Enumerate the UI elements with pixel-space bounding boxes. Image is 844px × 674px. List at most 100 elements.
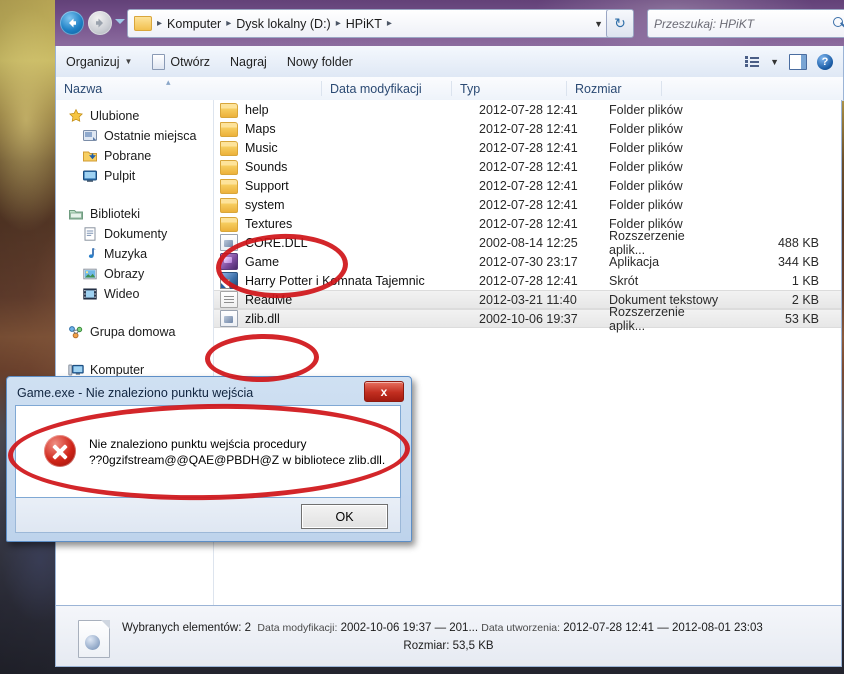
refresh-button[interactable]: ↻ [606, 9, 634, 38]
recent-places-icon [82, 128, 98, 144]
organize-button[interactable]: Organizuj ▼ [56, 46, 142, 77]
status-selected-label: Wybranych elementów: [122, 622, 242, 634]
folder-icon [220, 140, 238, 156]
table-row[interactable]: Sounds 2012-07-28 12:41 Folder plików [214, 157, 841, 176]
column-header-name[interactable]: Nazwa ▴ [56, 77, 321, 96]
file-type-cell: Folder plików [609, 121, 683, 136]
file-name-cell[interactable]: Harry Potter i Komnata Tajemnic [214, 272, 479, 289]
sidebar-item-label: Muzyka [104, 247, 148, 261]
open-label: Otwórz [170, 54, 211, 69]
status-size-value: 53,5 KB [452, 640, 494, 652]
sidebar-item-label: Biblioteki [90, 207, 141, 221]
file-name-cell[interactable]: zlib.dll [214, 310, 479, 327]
breadcrumb-item-hpikt[interactable]: HPiKT [343, 15, 385, 33]
breadcrumb[interactable]: ▸ Komputer ▸ Dysk lokalny (D:) ▸ HPiKT ▸… [127, 9, 612, 38]
sidebar-item-obrazy[interactable]: Obrazy [56, 264, 213, 284]
command-bar: Organizuj ▼ Otwórz Nagraj Nowy folder ▼ … [55, 46, 844, 78]
file-date-cell: 2012-07-28 12:41 [479, 216, 578, 231]
chevron-down-icon: ▼ [124, 57, 133, 66]
sidebar-item-label: Komputer [90, 363, 145, 377]
sidebar-item-dokumenty[interactable]: Dokumenty [56, 224, 213, 244]
file-name-cell[interactable]: Sounds [214, 159, 479, 175]
table-row[interactable]: Textures 2012-07-28 12:41 Folder plików [214, 214, 841, 233]
open-file-icon [152, 53, 166, 70]
file-name-cell[interactable]: Music [214, 140, 479, 156]
table-row[interactable]: zlib.dll 2002-10-06 19:37 Rozszerzenie a… [214, 305, 841, 333]
file-name-cell[interactable]: Textures [214, 216, 479, 232]
table-row[interactable]: help 2012-07-28 12:41 Folder plików [214, 100, 841, 119]
libraries-icon [68, 206, 84, 222]
table-row[interactable]: Harry Potter i Komnata Tajemnic 2012-07-… [214, 271, 841, 290]
sidebar-item-muzyka[interactable]: Muzyka [56, 244, 213, 264]
file-type-cell: Folder plików [609, 102, 683, 117]
sort-ascending-icon: ▴ [166, 77, 171, 87]
sidebar-item-ostatnie-miejsca[interactable]: Ostatnie miejsca [56, 126, 213, 146]
file-name-cell[interactable]: system [214, 197, 479, 213]
sidebar-item-grupa-domowa[interactable]: Grupa domowa [56, 322, 213, 342]
column-header-type[interactable]: Typ [451, 81, 566, 96]
file-name-cell[interactable]: Game [214, 253, 479, 270]
dialog-message-line-1: Nie znaleziono punktu wejścia procedury [89, 437, 307, 451]
burn-button[interactable]: Nagraj [220, 46, 277, 77]
column-header-type-label: Typ [460, 81, 481, 96]
table-row[interactable]: Game 2012-07-30 23:17 Aplikacja 344 KB [214, 252, 841, 271]
table-row[interactable]: CORE.DLL 2002-08-14 12:25 Rozszerzenie a… [214, 229, 841, 257]
column-header-spare[interactable] [661, 81, 761, 96]
sidebar-item-pobrane[interactable]: Pobrane [56, 146, 213, 166]
preview-pane-icon[interactable] [789, 53, 807, 70]
dialog-body: Nie znaleziono punktu wejścia procedury … [15, 405, 401, 498]
file-name: Maps [245, 121, 276, 136]
file-name: Game [245, 254, 280, 269]
close-icon[interactable]: x [364, 381, 404, 402]
help-icon[interactable]: ? [817, 53, 833, 70]
file-name-cell[interactable]: Support [214, 178, 479, 194]
column-header-size[interactable]: Rozmiar [566, 81, 661, 96]
column-header-name-label: Nazwa [64, 81, 103, 96]
breadcrumb-separator-1[interactable]: ▸ [224, 18, 233, 29]
table-row[interactable]: system 2012-07-28 12:41 Folder plików [214, 195, 841, 214]
table-row[interactable]: Maps 2012-07-28 12:41 Folder plików [214, 119, 841, 138]
sidebar-item-pulpit[interactable]: Pulpit [56, 166, 213, 186]
search-input[interactable]: Przeszukaj: HPiKT [647, 9, 844, 38]
breadcrumb-separator-3[interactable]: ▸ [385, 18, 394, 29]
file-date-cell: 2012-07-28 12:41 [479, 159, 578, 174]
sidebar-item-wideo[interactable]: Wideo [56, 284, 213, 304]
table-row[interactable]: Music 2012-07-28 12:41 Folder plików [214, 138, 841, 157]
sidebar-item-ulubione[interactable]: Ulubione [56, 106, 213, 126]
file-name: Support [245, 178, 289, 193]
forward-arrow-icon [96, 18, 103, 28]
file-name-cell[interactable]: help [214, 102, 479, 118]
back-button[interactable] [60, 11, 84, 35]
error-dialog: Game.exe - Nie znaleziono punktu wejścia… [6, 376, 412, 542]
file-name-cell[interactable]: Maps [214, 121, 479, 137]
recent-locations-dropdown[interactable] [115, 19, 125, 24]
new-folder-button[interactable]: Nowy folder [277, 46, 363, 77]
file-name-cell[interactable]: CORE.DLL [214, 234, 479, 251]
error-cross-icon [44, 435, 76, 467]
breadcrumb-item-dysk-lokalny-d[interactable]: Dysk lokalny (D:) [233, 15, 333, 33]
view-options-icon[interactable] [745, 55, 760, 68]
dll-icon [220, 310, 238, 327]
file-name: CORE.DLL [245, 235, 308, 250]
table-row[interactable]: ReadMe 2012-03-21 11:40 Dokument tekstow… [214, 290, 841, 309]
burn-label: Nagraj [230, 54, 267, 69]
breadcrumb-separator-2[interactable]: ▸ [334, 18, 343, 29]
table-row[interactable]: Support 2012-07-28 12:41 Folder plików [214, 176, 841, 195]
column-header-date[interactable]: Data modyfikacji [321, 81, 451, 96]
chevron-down-icon[interactable]: ▼ [770, 57, 779, 67]
documents-icon [82, 226, 98, 242]
sidebar-item-biblioteki[interactable]: Biblioteki [56, 204, 213, 224]
sidebar-item-label: Pobrane [104, 149, 152, 163]
forward-button[interactable] [88, 11, 112, 35]
file-name-cell[interactable]: ReadMe [214, 291, 479, 308]
ok-button[interactable]: OK [301, 504, 388, 529]
file-size-cell: 2 KB [791, 292, 819, 307]
desktop-icon [82, 168, 98, 184]
breadcrumb-item-komputer[interactable]: Komputer [164, 15, 224, 33]
open-button[interactable]: Otwórz [142, 46, 220, 77]
breadcrumb-separator-0[interactable]: ▸ [155, 18, 164, 29]
file-name: zlib.dll [245, 311, 280, 326]
dialog-message: Nie znaleziono punktu wejścia procedury … [89, 436, 389, 468]
sidebar-item-label: Dokumenty [104, 227, 168, 241]
back-arrow-icon [69, 18, 76, 28]
